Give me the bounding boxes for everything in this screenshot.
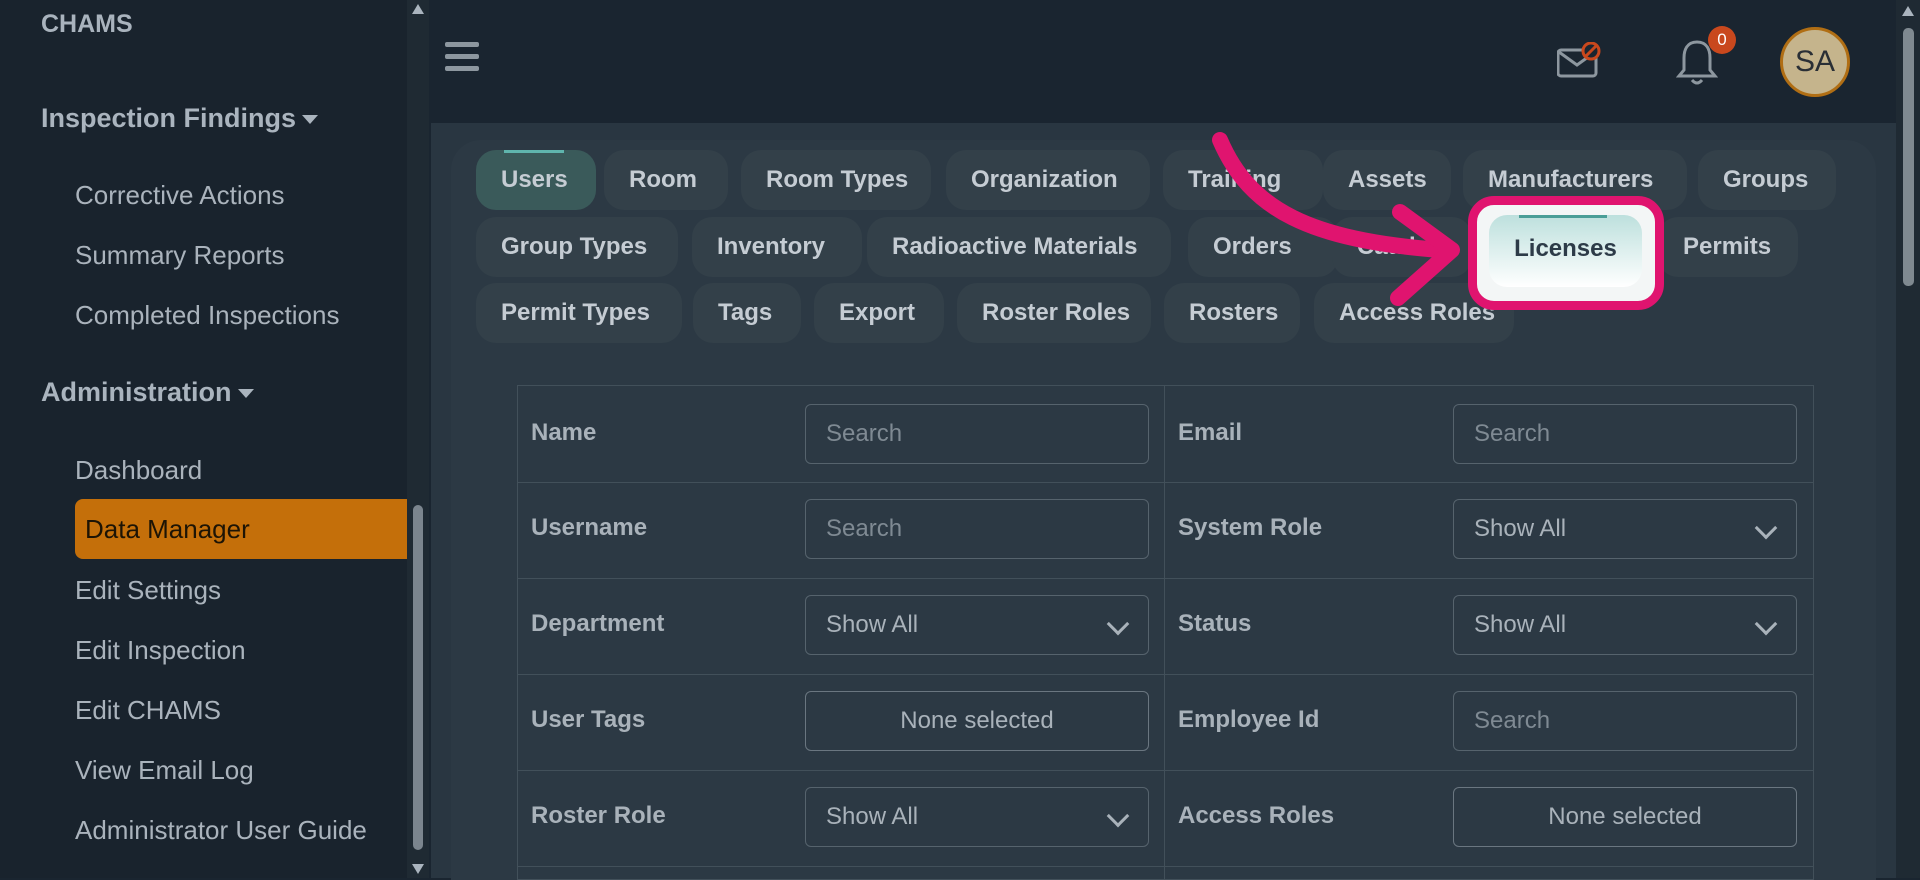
filter-row: User Tags None selected Employee Id Sear… — [518, 674, 1813, 771]
sidebar-item-completed-inspections[interactable]: Completed Inspections — [75, 300, 339, 331]
department-label: Department — [531, 610, 665, 637]
filter-row: Department Show All Status Show All — [518, 578, 1813, 675]
tab-radioactive-materials[interactable]: Radioactive Materials — [867, 217, 1171, 277]
roster-role-select[interactable]: Show All — [805, 787, 1149, 847]
filter-row: Name Search Email Search — [518, 386, 1813, 483]
user-tags-multiselect[interactable]: None selected — [805, 691, 1149, 751]
department-value: Show All — [826, 611, 919, 638]
caret-down-icon — [237, 389, 254, 399]
roster-role-label: Roster Role — [531, 802, 666, 829]
sidebar-item-edit-inspection[interactable]: Edit Inspection — [75, 635, 246, 666]
tab-users[interactable]: Users — [476, 150, 596, 210]
scroll-up-icon[interactable] — [412, 4, 424, 14]
sidebar-brand: CHAMS — [41, 10, 133, 38]
sidebar-section-label: Administration — [41, 377, 232, 407]
department-select[interactable]: Show All — [805, 595, 1149, 655]
user-filters-table: Name Search Email Search Username Search… — [517, 385, 1814, 880]
employee-id-search-input[interactable]: Search — [1453, 691, 1797, 751]
tab-permits[interactable]: Permits — [1658, 217, 1798, 277]
page-scrollbar[interactable] — [1896, 0, 1920, 878]
sidebar-item-corrective-actions[interactable]: Corrective Actions — [75, 180, 285, 211]
tab-permit-types[interactable]: Permit Types — [476, 283, 682, 343]
scrollbar-thumb[interactable] — [1903, 28, 1914, 286]
username-label: Username — [531, 514, 648, 541]
sidebar-section-administration[interactable]: Administration — [41, 377, 254, 408]
chevron-down-icon — [1754, 516, 1778, 540]
tab-assets[interactable]: Assets — [1323, 150, 1451, 210]
sidebar-item-edit-chams[interactable]: Edit CHAMS — [75, 695, 221, 726]
filter-row: Username Search System Role Show All — [518, 482, 1813, 579]
roster-role-value: Show All — [826, 803, 919, 830]
sidebar-item-dashboard[interactable]: Dashboard — [75, 455, 202, 486]
caret-down-icon — [302, 115, 318, 125]
name-label: Name — [531, 419, 597, 446]
name-search-input[interactable]: Search — [805, 404, 1149, 464]
chevron-down-icon — [1106, 804, 1130, 828]
sidebar-item-view-email-log[interactable]: View Email Log — [75, 755, 254, 786]
scrollbar-thumb[interactable] — [413, 505, 423, 850]
tab-rosters[interactable]: Rosters — [1164, 283, 1300, 343]
tab-group-types[interactable]: Group Types — [476, 217, 678, 277]
tab-organization[interactable]: Organization — [946, 150, 1150, 210]
tab-orders[interactable]: Orders — [1188, 217, 1338, 277]
filter-row: Roster Role Show All Access Roles None s… — [518, 770, 1813, 867]
chevron-down-icon — [1754, 612, 1778, 636]
tab-training[interactable]: Training — [1163, 150, 1323, 210]
status-value: Show All — [1474, 611, 1567, 638]
sidebar-item-data-manager[interactable]: Data Manager — [75, 499, 407, 559]
avatar[interactable]: SA — [1780, 27, 1850, 97]
employee-id-label: Employee Id — [1178, 706, 1320, 733]
system-role-label: System Role — [1178, 514, 1323, 541]
sidebar-section-label: Inspection Findings — [41, 103, 296, 133]
top-bar: 0 SA — [431, 0, 1896, 123]
sidebar: CHAMS Inspection Findings Corrective Act… — [0, 0, 407, 878]
tab-licenses[interactable]: Licenses — [1489, 215, 1642, 287]
sidebar-item-edit-settings[interactable]: Edit Settings — [75, 575, 221, 606]
system-role-select[interactable]: Show All — [1453, 499, 1797, 559]
tab-roster-roles[interactable]: Roster Roles — [957, 283, 1151, 343]
tab-groups[interactable]: Groups — [1698, 150, 1836, 210]
access-roles-label: Access Roles — [1178, 802, 1335, 829]
tab-export[interactable]: Export — [814, 283, 944, 343]
tab-tags[interactable]: Tags — [693, 283, 801, 343]
status-select[interactable]: Show All — [1453, 595, 1797, 655]
hamburger-menu-icon[interactable] — [445, 42, 479, 78]
system-role-value: Show All — [1474, 515, 1567, 542]
tab-catalog[interactable]: Catalog — [1332, 217, 1472, 277]
sidebar-item-administrator-user-guide[interactable]: Administrator User Guide — [75, 815, 367, 846]
tab-room-types[interactable]: Room Types — [741, 150, 931, 210]
scroll-up-icon[interactable] — [1902, 6, 1914, 16]
access-roles-multiselect[interactable]: None selected — [1453, 787, 1797, 847]
tab-room[interactable]: Room — [604, 150, 728, 210]
sidebar-section-inspection-findings[interactable]: Inspection Findings — [41, 103, 318, 134]
mail-blocked-icon[interactable] — [1557, 42, 1603, 78]
notification-badge: 0 — [1708, 26, 1736, 54]
sidebar-item-summary-reports[interactable]: Summary Reports — [75, 240, 285, 271]
email-search-input[interactable]: Search — [1453, 404, 1797, 464]
email-label: Email — [1178, 419, 1243, 446]
username-search-input[interactable]: Search — [805, 499, 1149, 559]
user-tags-label: User Tags — [531, 706, 646, 733]
status-label: Status — [1178, 610, 1252, 637]
chevron-down-icon — [1106, 612, 1130, 636]
tab-inventory[interactable]: Inventory — [692, 217, 862, 277]
scroll-down-icon[interactable] — [412, 864, 424, 874]
sidebar-scrollbar[interactable] — [407, 0, 429, 878]
